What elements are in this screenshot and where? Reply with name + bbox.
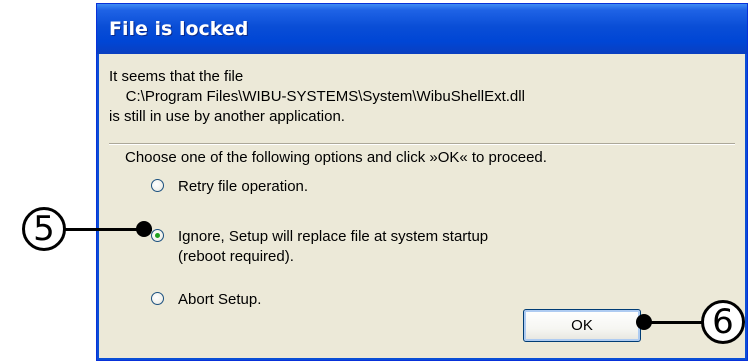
dialog-body: It seems that the file C:\Program Files\… bbox=[97, 54, 747, 360]
radio-retry[interactable] bbox=[151, 179, 164, 192]
callout-6-dot bbox=[636, 314, 652, 330]
instruction-text: Choose one of the following options and … bbox=[125, 149, 547, 166]
option-retry-label[interactable]: Retry file operation. bbox=[178, 177, 308, 197]
file-locked-dialog: File is locked It seems that the file C:… bbox=[96, 3, 748, 361]
callout-6-marker: 6 bbox=[701, 300, 745, 344]
dialog-title: File is locked bbox=[109, 18, 249, 40]
option-abort[interactable]: Abort Setup. bbox=[151, 290, 261, 310]
radio-abort[interactable] bbox=[151, 292, 164, 305]
option-retry[interactable]: Retry file operation. bbox=[151, 177, 308, 197]
ok-button[interactable]: OK bbox=[523, 309, 641, 342]
option-ignore[interactable]: Ignore, Setup will replace file at syste… bbox=[151, 227, 488, 267]
callout-5-dot bbox=[136, 221, 152, 237]
option-ignore-label[interactable]: Ignore, Setup will replace file at syste… bbox=[178, 227, 488, 267]
callout-5-marker: 5 bbox=[22, 207, 66, 251]
separator bbox=[109, 143, 735, 145]
locked-file-message: It seems that the file C:\Program Files\… bbox=[109, 68, 525, 125]
radio-ignore[interactable] bbox=[151, 229, 164, 242]
option-abort-label[interactable]: Abort Setup. bbox=[178, 290, 261, 310]
title-bar[interactable]: File is locked bbox=[97, 4, 747, 54]
